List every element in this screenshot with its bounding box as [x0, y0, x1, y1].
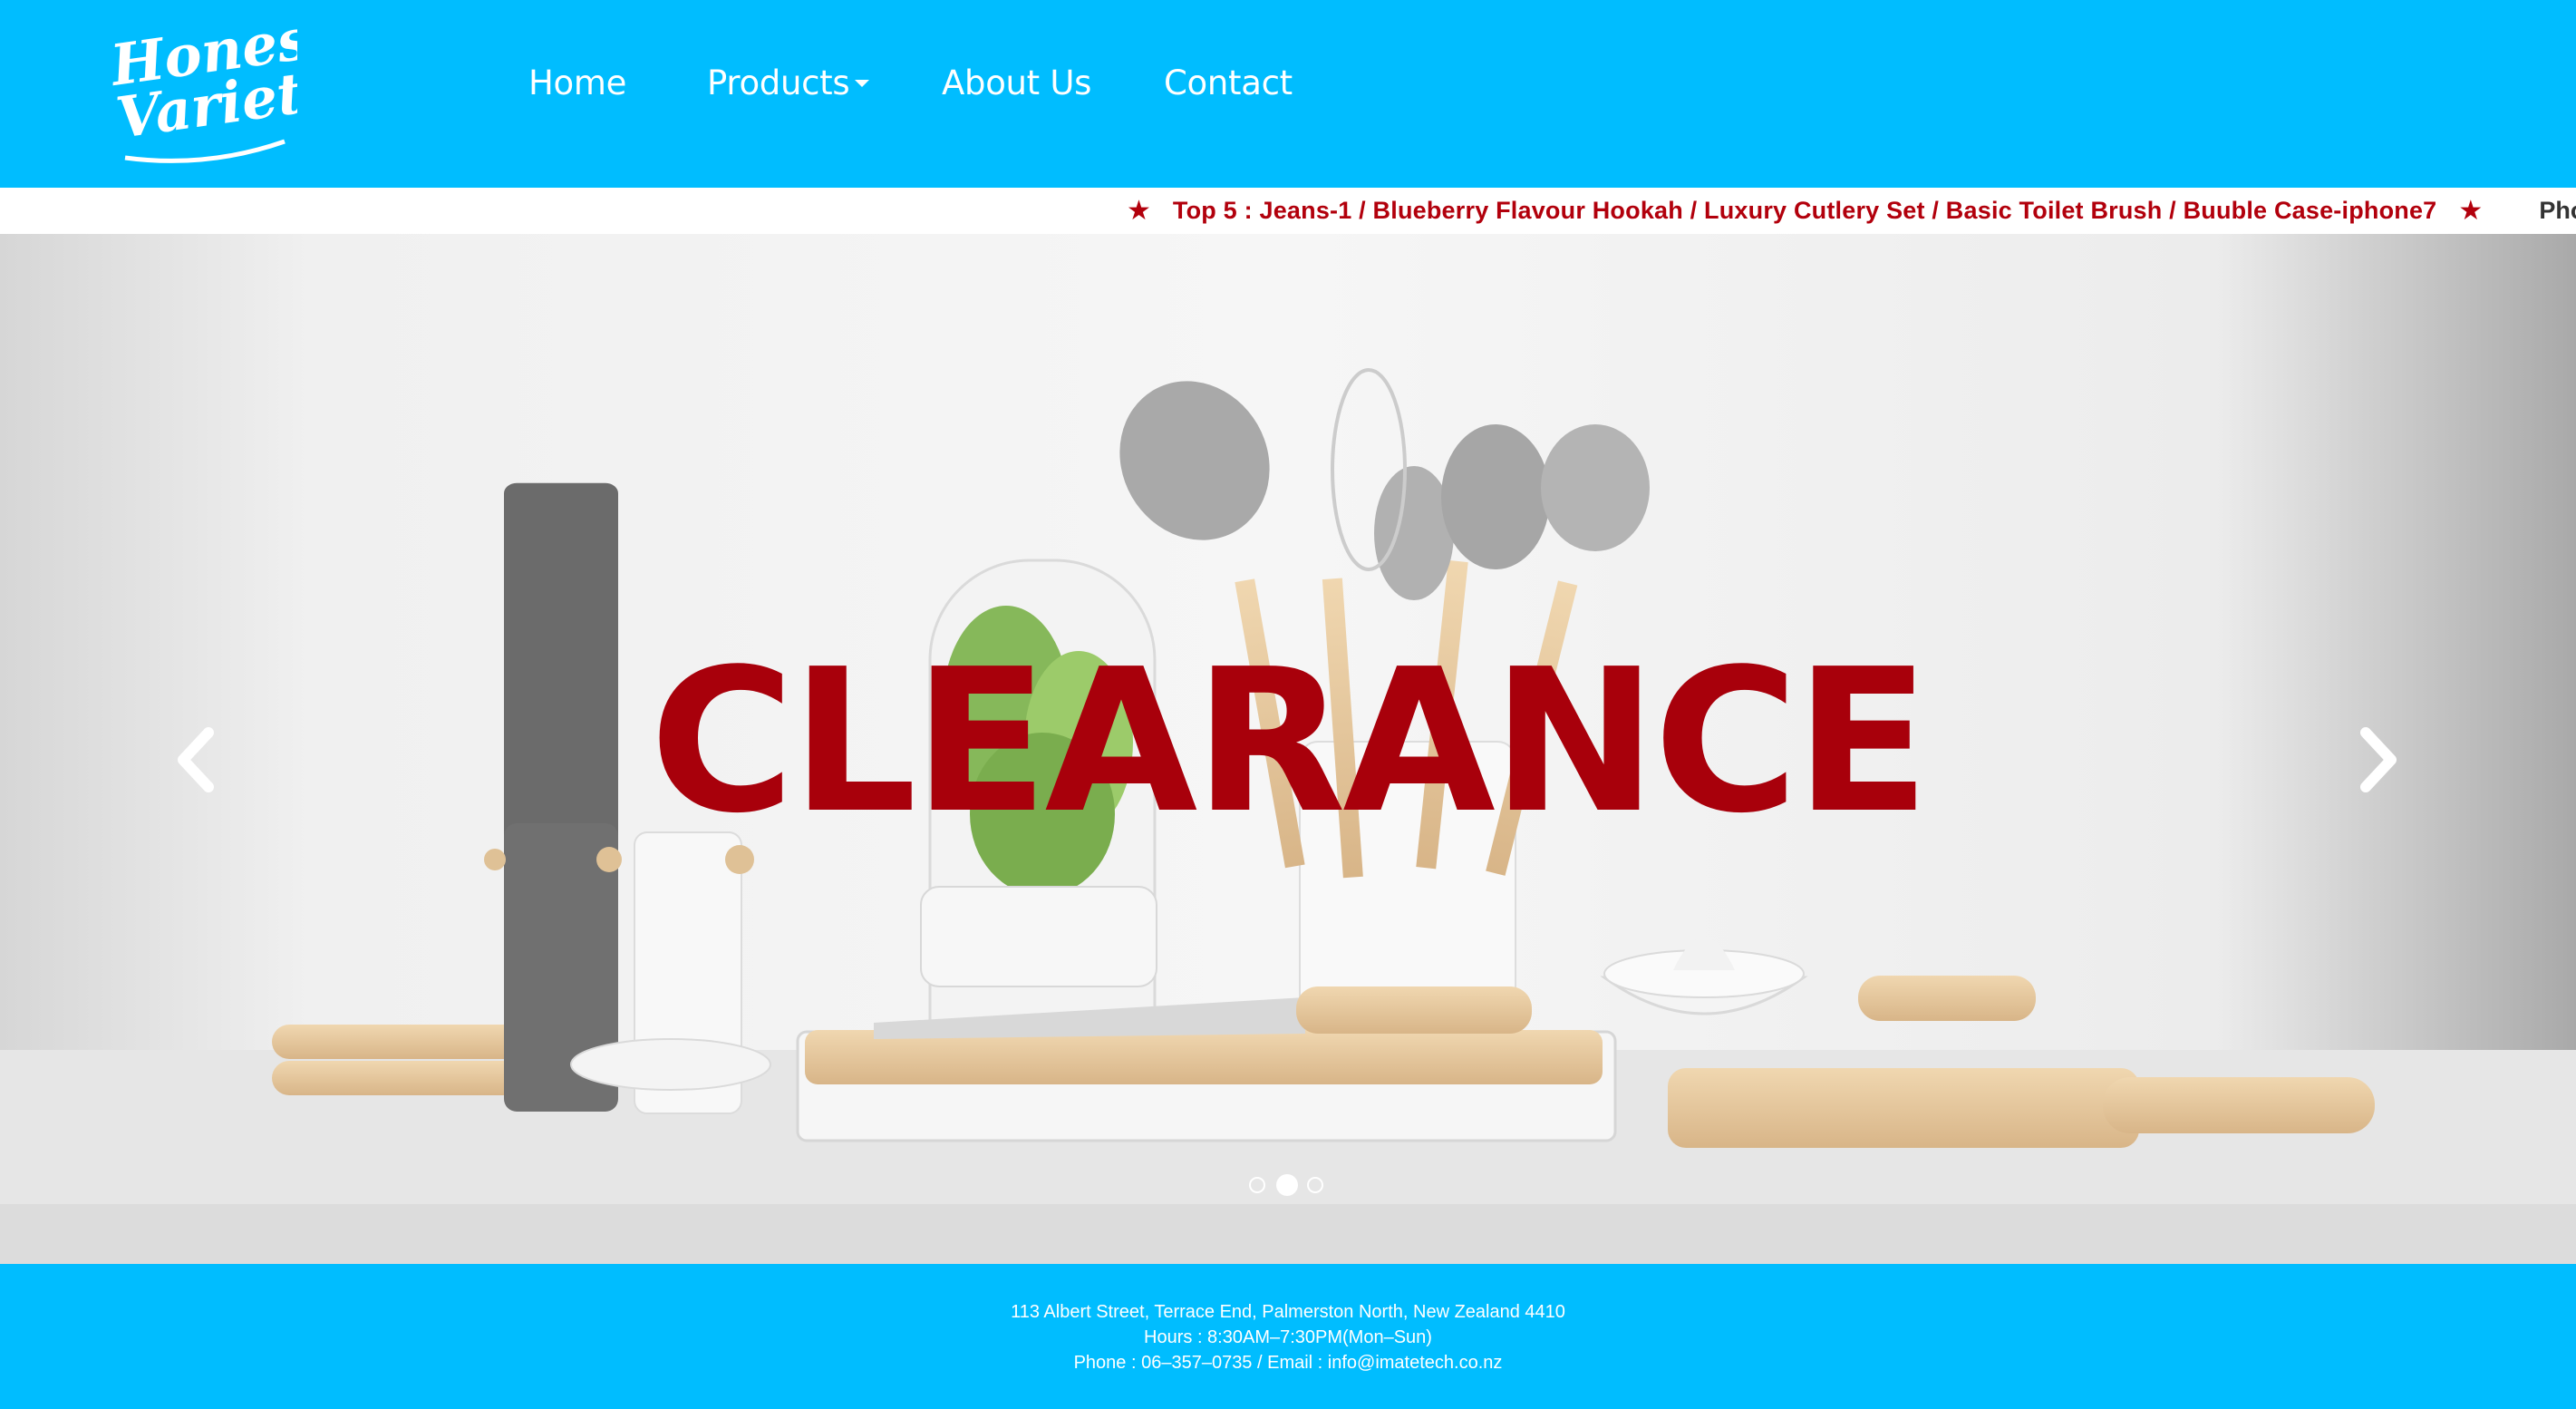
carousel-prev-button[interactable]	[170, 724, 225, 796]
ticker-next-item: Phone	[2539, 197, 2576, 224]
nav-products-dropdown[interactable]: Products	[707, 63, 870, 102]
chevron-left-icon	[178, 727, 214, 792]
footer-contact: Phone : 06–357–0735 / Email : info@imate…	[1073, 1353, 1503, 1373]
caret-down-icon	[855, 79, 870, 87]
announcement-ticker: ★ Top 5 : Jeans-1 / Blueberry Flavour Hoo…	[0, 188, 2576, 234]
footer-hours: Hours : 8:30AM–7:30PM(Mon–Sun)	[1144, 1327, 1432, 1347]
carousel-next-button[interactable]	[2349, 724, 2404, 796]
carousel-dot-1[interactable]	[1249, 1177, 1265, 1193]
site-header: Honest Variety Home Products About Us Co…	[0, 0, 2576, 188]
nav-home[interactable]: Home	[528, 63, 626, 102]
carousel-dot-2[interactable]	[1276, 1174, 1298, 1196]
nav-contact[interactable]: Contact	[1164, 63, 1293, 102]
hero-headline: CLEARANCE	[649, 627, 1930, 857]
star-icon: ★	[1127, 195, 1151, 227]
hero-carousel: CLEARANCE	[0, 234, 2576, 1264]
ticker-top5-text[interactable]: Top 5 : Jeans-1 / Blueberry Flavour Hook…	[1173, 188, 2437, 234]
site-footer: 113 Albert Street, Terrace End, Palmerst…	[0, 1264, 2576, 1409]
chevron-right-icon	[2360, 727, 2397, 792]
main-nav: Home Products About Us Contact	[0, 0, 2576, 178]
star-icon: ★	[2458, 195, 2484, 227]
ticker-track: ★ Top 5 : Jeans-1 / Blueberry Flavour Hoo…	[1127, 188, 2576, 234]
nav-products-label: Products	[707, 63, 850, 102]
footer-address: 113 Albert Street, Terrace End, Palmerst…	[1011, 1302, 1565, 1322]
nav-about-us[interactable]: About Us	[942, 63, 1091, 102]
carousel-dot-3[interactable]	[1307, 1177, 1323, 1193]
